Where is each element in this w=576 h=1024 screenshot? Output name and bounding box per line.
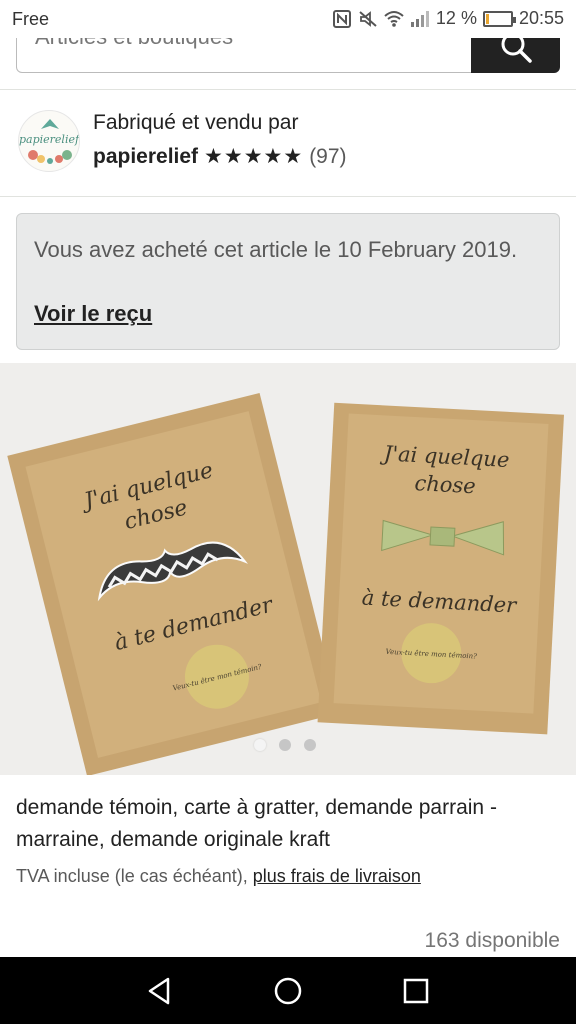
shop-logo-text: papierelief <box>19 133 80 146</box>
carousel-dot[interactable] <box>304 739 316 751</box>
status-bar: Free 12 % 20:55 <box>0 0 576 38</box>
carousel-dot[interactable] <box>279 739 291 751</box>
back-icon[interactable] <box>140 971 180 1011</box>
nfc-icon <box>332 9 351 28</box>
shop-info[interactable]: papierelief Fabriqué et vendu par papier… <box>0 90 576 196</box>
divider <box>0 196 576 197</box>
purchase-notice: Vous avez acheté cet article le 10 Febru… <box>16 213 560 350</box>
card-right: J'ai quelque chose à te demander Veux-tu… <box>317 402 564 735</box>
search-placeholder: Articles et boutiques <box>35 38 233 50</box>
mute-icon <box>359 10 377 27</box>
product-image[interactable]: J'ai quelque chose à te demander Veux-tu… <box>0 363 576 775</box>
tax-line: TVA incluse (le cas échéant), plus frais… <box>16 866 421 887</box>
signal-icon <box>410 10 429 27</box>
system-nav-bar <box>0 957 576 1024</box>
carousel-dots <box>254 739 316 751</box>
battery-percent: 12 % <box>435 8 477 28</box>
carrier-label: Free <box>12 9 50 29</box>
carousel-dot[interactable] <box>254 739 266 751</box>
shipping-link[interactable]: plus frais de livraison <box>253 866 421 886</box>
search-bar: Articles et boutiques <box>16 32 560 73</box>
purchase-notice-text: Vous avez acheté cet article le 10 Febru… <box>34 237 518 262</box>
wifi-icon <box>384 10 404 27</box>
review-count[interactable]: (97) <box>309 145 346 169</box>
home-icon[interactable] <box>268 971 308 1011</box>
shop-byline: Fabriqué et vendu par <box>93 111 299 134</box>
status-icons: 12 % 20:55 <box>332 8 564 29</box>
shop-name[interactable]: papierelief <box>93 145 198 169</box>
search-button[interactable] <box>471 32 560 73</box>
battery-icon <box>482 10 516 27</box>
rating-stars: ★★★★★ <box>204 145 304 168</box>
recents-icon[interactable] <box>396 971 436 1011</box>
search-icon <box>501 32 532 63</box>
shop-rating-row: papierelief ★★★★★ (97) <box>93 144 347 169</box>
view-receipt-link[interactable]: Voir le reçu <box>34 301 152 327</box>
card-right-line2: chose <box>414 471 476 498</box>
product-title: demande témoin, carte à gratter, demande… <box>16 796 497 851</box>
battery-level <box>485 13 489 24</box>
tax-text: TVA incluse (le cas échéant), <box>16 866 253 886</box>
search-input[interactable]: Articles et boutiques <box>16 38 472 73</box>
shop-logo[interactable]: papierelief <box>18 110 80 172</box>
stock-count: 163 disponible <box>424 929 560 952</box>
clock: 20:55 <box>518 8 564 28</box>
